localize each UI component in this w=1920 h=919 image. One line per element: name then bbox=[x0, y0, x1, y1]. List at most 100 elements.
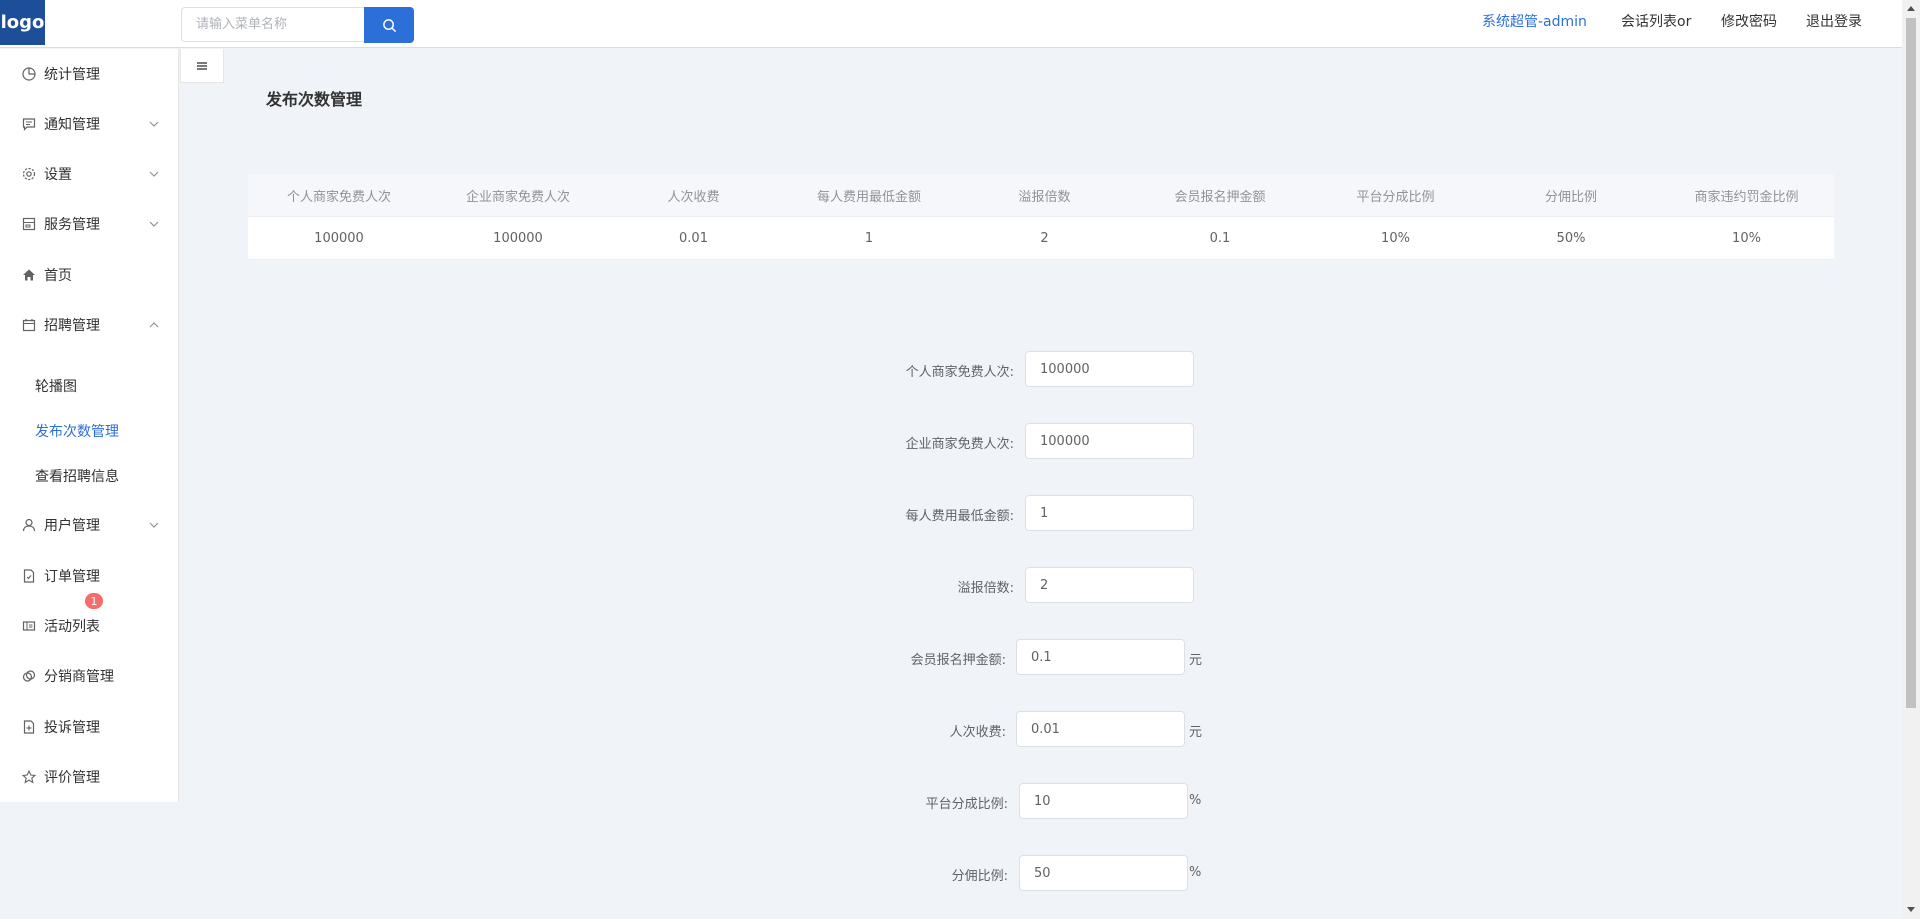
table-header-row: 个人商家免费人次 企业商家免费人次 人次收费 每人费用最低金额 溢报倍数 会员报… bbox=[248, 174, 1834, 217]
sidebar-item-label: 招聘管理 bbox=[44, 318, 100, 334]
sidebar-item-label: 设置 bbox=[44, 167, 72, 183]
ticket-icon bbox=[21, 618, 37, 634]
form-label-personal-free: 个人商家免费人次: bbox=[905, 365, 1014, 380]
logo[interactable]: logo bbox=[0, 0, 45, 45]
sidebar-item-distributors[interactable]: 分销商管理 bbox=[0, 651, 179, 701]
column-header: 分佣比例 bbox=[1544, 189, 1597, 205]
submenu-item-banner[interactable]: 轮播图 bbox=[0, 363, 179, 408]
form-label-platform-share: 平台分成比例: bbox=[925, 797, 1008, 812]
scroll-up-arrow-icon[interactable] bbox=[1907, 6, 1915, 11]
star-icon bbox=[21, 769, 37, 785]
top-bar: logo 系统超管-admin 会话列表or 修改密码 退出登录 bbox=[0, 0, 1902, 48]
document-add-icon bbox=[21, 719, 37, 735]
sidebar-item-notice[interactable]: 通知管理 bbox=[0, 99, 179, 149]
sidebar-item-label: 服务管理 bbox=[44, 217, 100, 233]
sidebar-item-label: 用户管理 bbox=[44, 518, 100, 534]
table-row: 100000 100000 0.01 1 2 0.1 10% 50% 10% bbox=[248, 217, 1834, 260]
unit-yuan: 元 bbox=[1189, 725, 1203, 740]
scroll-down-arrow-icon[interactable] bbox=[1907, 907, 1915, 912]
member-deposit-input[interactable] bbox=[1016, 639, 1185, 675]
column-header: 每人费用最低金额 bbox=[816, 189, 921, 205]
pie-chart-icon bbox=[21, 66, 37, 82]
form-label-commission: 分佣比例: bbox=[951, 869, 1008, 884]
sidebar-item-recruit[interactable]: 招聘管理 bbox=[0, 300, 179, 350]
form-label-enterprise-free: 企业商家免费人次: bbox=[905, 437, 1014, 452]
column-header: 个人商家免费人次 bbox=[286, 189, 391, 205]
table-cell: 50% bbox=[1556, 230, 1586, 246]
chat-icon bbox=[21, 116, 37, 132]
server-icon bbox=[21, 216, 37, 232]
per-person-fee-input[interactable] bbox=[1016, 711, 1185, 747]
chevron-down-icon bbox=[149, 121, 159, 127]
scroll-thumb[interactable] bbox=[1906, 18, 1916, 708]
sidebar-item-complaints[interactable]: 投诉管理 bbox=[0, 702, 179, 752]
sidebar-item-service[interactable]: 服务管理 bbox=[0, 199, 179, 249]
table-cell: 2 bbox=[1040, 230, 1049, 246]
table-cell: 0.1 bbox=[1209, 230, 1231, 246]
table-cell: 10% bbox=[1381, 230, 1410, 246]
table-cell: 10% bbox=[1732, 230, 1761, 246]
change-password-link[interactable]: 修改密码 bbox=[1721, 11, 1777, 31]
menu-fold-icon bbox=[197, 61, 207, 70]
commission-ratio-input[interactable] bbox=[1019, 855, 1188, 891]
unit-percent: % bbox=[1189, 793, 1202, 808]
order-count-badge: 1 bbox=[85, 593, 103, 609]
table-cell: 100000 bbox=[314, 230, 364, 246]
search-button[interactable] bbox=[364, 7, 414, 43]
sidebar-item-label: 评价管理 bbox=[44, 770, 100, 786]
chevron-up-icon bbox=[149, 322, 159, 328]
sidebar-item-users[interactable]: 用户管理 bbox=[0, 500, 179, 550]
chevron-down-icon bbox=[149, 171, 159, 177]
copy-icon bbox=[21, 668, 37, 684]
sidebar-item-label: 分销商管理 bbox=[44, 669, 114, 685]
personal-free-count-input[interactable] bbox=[1025, 351, 1194, 387]
chevron-down-icon bbox=[149, 522, 159, 528]
column-header: 会员报名押金额 bbox=[1174, 189, 1266, 205]
sidebar-item-label: 投诉管理 bbox=[44, 720, 100, 736]
column-header: 商家违约罚金比例 bbox=[1694, 189, 1799, 205]
overflow-multiple-input[interactable] bbox=[1025, 567, 1194, 603]
column-header: 人次收费 bbox=[667, 189, 720, 205]
settings-table: 个人商家免费人次 企业商家免费人次 人次收费 每人费用最低金额 溢报倍数 会员报… bbox=[248, 174, 1834, 260]
user-icon bbox=[21, 517, 37, 533]
sidebar-item-home[interactable]: 首页 bbox=[0, 250, 179, 300]
search-icon bbox=[382, 18, 396, 32]
sidebar-item-label: 首页 bbox=[44, 268, 72, 284]
chat-list-link[interactable]: 会话列表or bbox=[1621, 11, 1691, 31]
calendar-icon bbox=[21, 317, 37, 333]
min-fee-input[interactable] bbox=[1025, 495, 1194, 531]
page-title: 发布次数管理 bbox=[266, 90, 363, 109]
sidebar-item-label: 订单管理 bbox=[44, 569, 100, 585]
table-cell: 1 bbox=[864, 230, 874, 246]
sidebar: 统计管理 通知管理 设置 服务管理 首页 招聘管理 轮播图 发布次数管理 查看招… bbox=[0, 49, 179, 802]
logout-link[interactable]: 退出登录 bbox=[1806, 11, 1862, 31]
sidebar-item-label: 通知管理 bbox=[44, 117, 100, 133]
sidebar-item-label: 活动列表 bbox=[44, 619, 100, 635]
sidebar-item-reviews[interactable]: 评价管理 bbox=[0, 752, 179, 802]
table-cell: 0.01 bbox=[679, 230, 708, 246]
sidebar-collapse-button[interactable] bbox=[180, 49, 224, 83]
form-label-overflow-multiple: 溢报倍数: bbox=[957, 581, 1014, 596]
column-header: 平台分成比例 bbox=[1356, 189, 1435, 205]
menu-search-input[interactable] bbox=[181, 7, 364, 42]
sidebar-item-stats[interactable]: 统计管理 bbox=[0, 49, 179, 99]
submenu-item-view-recruit[interactable]: 查看招聘信息 bbox=[0, 453, 179, 498]
submenu-item-publish-count[interactable]: 发布次数管理 bbox=[0, 408, 179, 453]
submenu-item-label: 发布次数管理 bbox=[35, 423, 119, 440]
form-label-deposit: 会员报名押金额: bbox=[910, 653, 1006, 668]
submenu-item-label: 查看招聘信息 bbox=[35, 468, 119, 485]
form-label-per-person-fee: 人次收费: bbox=[949, 725, 1006, 740]
document-icon bbox=[21, 568, 37, 584]
unit-percent: % bbox=[1189, 865, 1202, 880]
platform-share-input[interactable] bbox=[1019, 783, 1188, 819]
chevron-down-icon bbox=[149, 221, 159, 227]
form-label-min-fee: 每人费用最低金额: bbox=[905, 509, 1014, 524]
admin-user-link[interactable]: 系统超管-admin bbox=[1482, 11, 1587, 31]
unit-yuan: 元 bbox=[1189, 653, 1203, 668]
sidebar-item-settings[interactable]: 设置 bbox=[0, 149, 179, 199]
column-header: 溢报倍数 bbox=[1018, 189, 1071, 205]
table-cell: 100000 bbox=[493, 230, 543, 246]
sidebar-item-label: 统计管理 bbox=[44, 67, 100, 83]
page-scrollbar[interactable] bbox=[1902, 0, 1920, 919]
enterprise-free-count-input[interactable] bbox=[1025, 423, 1194, 459]
